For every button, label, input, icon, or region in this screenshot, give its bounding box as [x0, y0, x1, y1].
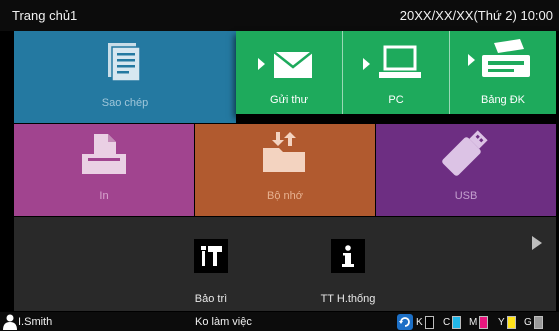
- ink-label: Y: [498, 317, 505, 328]
- printer-icon: [82, 134, 126, 174]
- memory-tile[interactable]: Bộ nhớ: [195, 124, 375, 216]
- memory-label: Bộ nhớ: [267, 190, 303, 202]
- ink-box: [506, 316, 516, 329]
- ink-box: [452, 316, 462, 329]
- tools-icon: [201, 246, 222, 266]
- ink-level-k: K: [416, 315, 434, 330]
- copy-tile[interactable]: Sao chép: [14, 31, 236, 123]
- ink-box: [424, 316, 434, 329]
- status-bar: I.Smith Ko làm việc K C M Y G: [0, 312, 559, 331]
- title-bar: Trang chủ1 20XX/XX/XX(Thứ 2) 10:00: [0, 0, 559, 31]
- pc-tile[interactable]: PC: [343, 31, 449, 114]
- info-icon: [342, 245, 354, 267]
- ink-label: M: [469, 317, 478, 328]
- ink-level-m: M: [469, 315, 489, 330]
- refresh-icon[interactable]: [397, 314, 413, 330]
- ink-box: [479, 316, 489, 329]
- usb-label: USB: [454, 190, 478, 202]
- email-tile[interactable]: Gửi thư: [236, 31, 342, 114]
- computer-icon: [363, 45, 421, 78]
- page-title: Trang chủ1: [12, 8, 78, 23]
- tools-panel: [14, 217, 556, 311]
- maintenance-label: Bảo trì: [194, 293, 228, 305]
- scanner-console-icon: [468, 39, 530, 77]
- print-tile[interactable]: In: [14, 124, 194, 216]
- pc-label: PC: [388, 94, 404, 106]
- print-label: In: [99, 190, 109, 202]
- ink-box: [533, 316, 543, 329]
- usb-tile[interactable]: USB: [376, 124, 556, 216]
- date-time: 20XX/XX/XX(Thứ 2) 10:00: [399, 8, 553, 23]
- system-info-button[interactable]: [331, 239, 365, 273]
- system-info-label: TT H.thống: [320, 293, 376, 305]
- ink-label: G: [524, 317, 532, 328]
- usb-drive-icon: [442, 130, 488, 176]
- ink-label: K: [416, 317, 423, 328]
- copy-label: Sao chép: [101, 97, 149, 109]
- document-icon: [108, 43, 141, 82]
- envelope-icon: [258, 51, 313, 78]
- folder-transfer-icon: [263, 132, 305, 172]
- next-page-arrow[interactable]: [532, 236, 542, 250]
- user-icon: [3, 314, 17, 330]
- user-name[interactable]: I.Smith: [18, 316, 52, 328]
- ink-level-c: C: [443, 315, 462, 330]
- ink-level-g: G: [524, 315, 543, 330]
- email-label: Gửi thư: [270, 94, 308, 106]
- ink-label: C: [443, 317, 451, 328]
- console-tile[interactable]: Bảng ĐK: [450, 31, 556, 114]
- ink-level-y: Y: [498, 315, 516, 330]
- console-label: Bảng ĐK: [480, 94, 526, 106]
- machine-status: Ko làm việc: [195, 316, 252, 328]
- maintenance-button[interactable]: [194, 239, 228, 273]
